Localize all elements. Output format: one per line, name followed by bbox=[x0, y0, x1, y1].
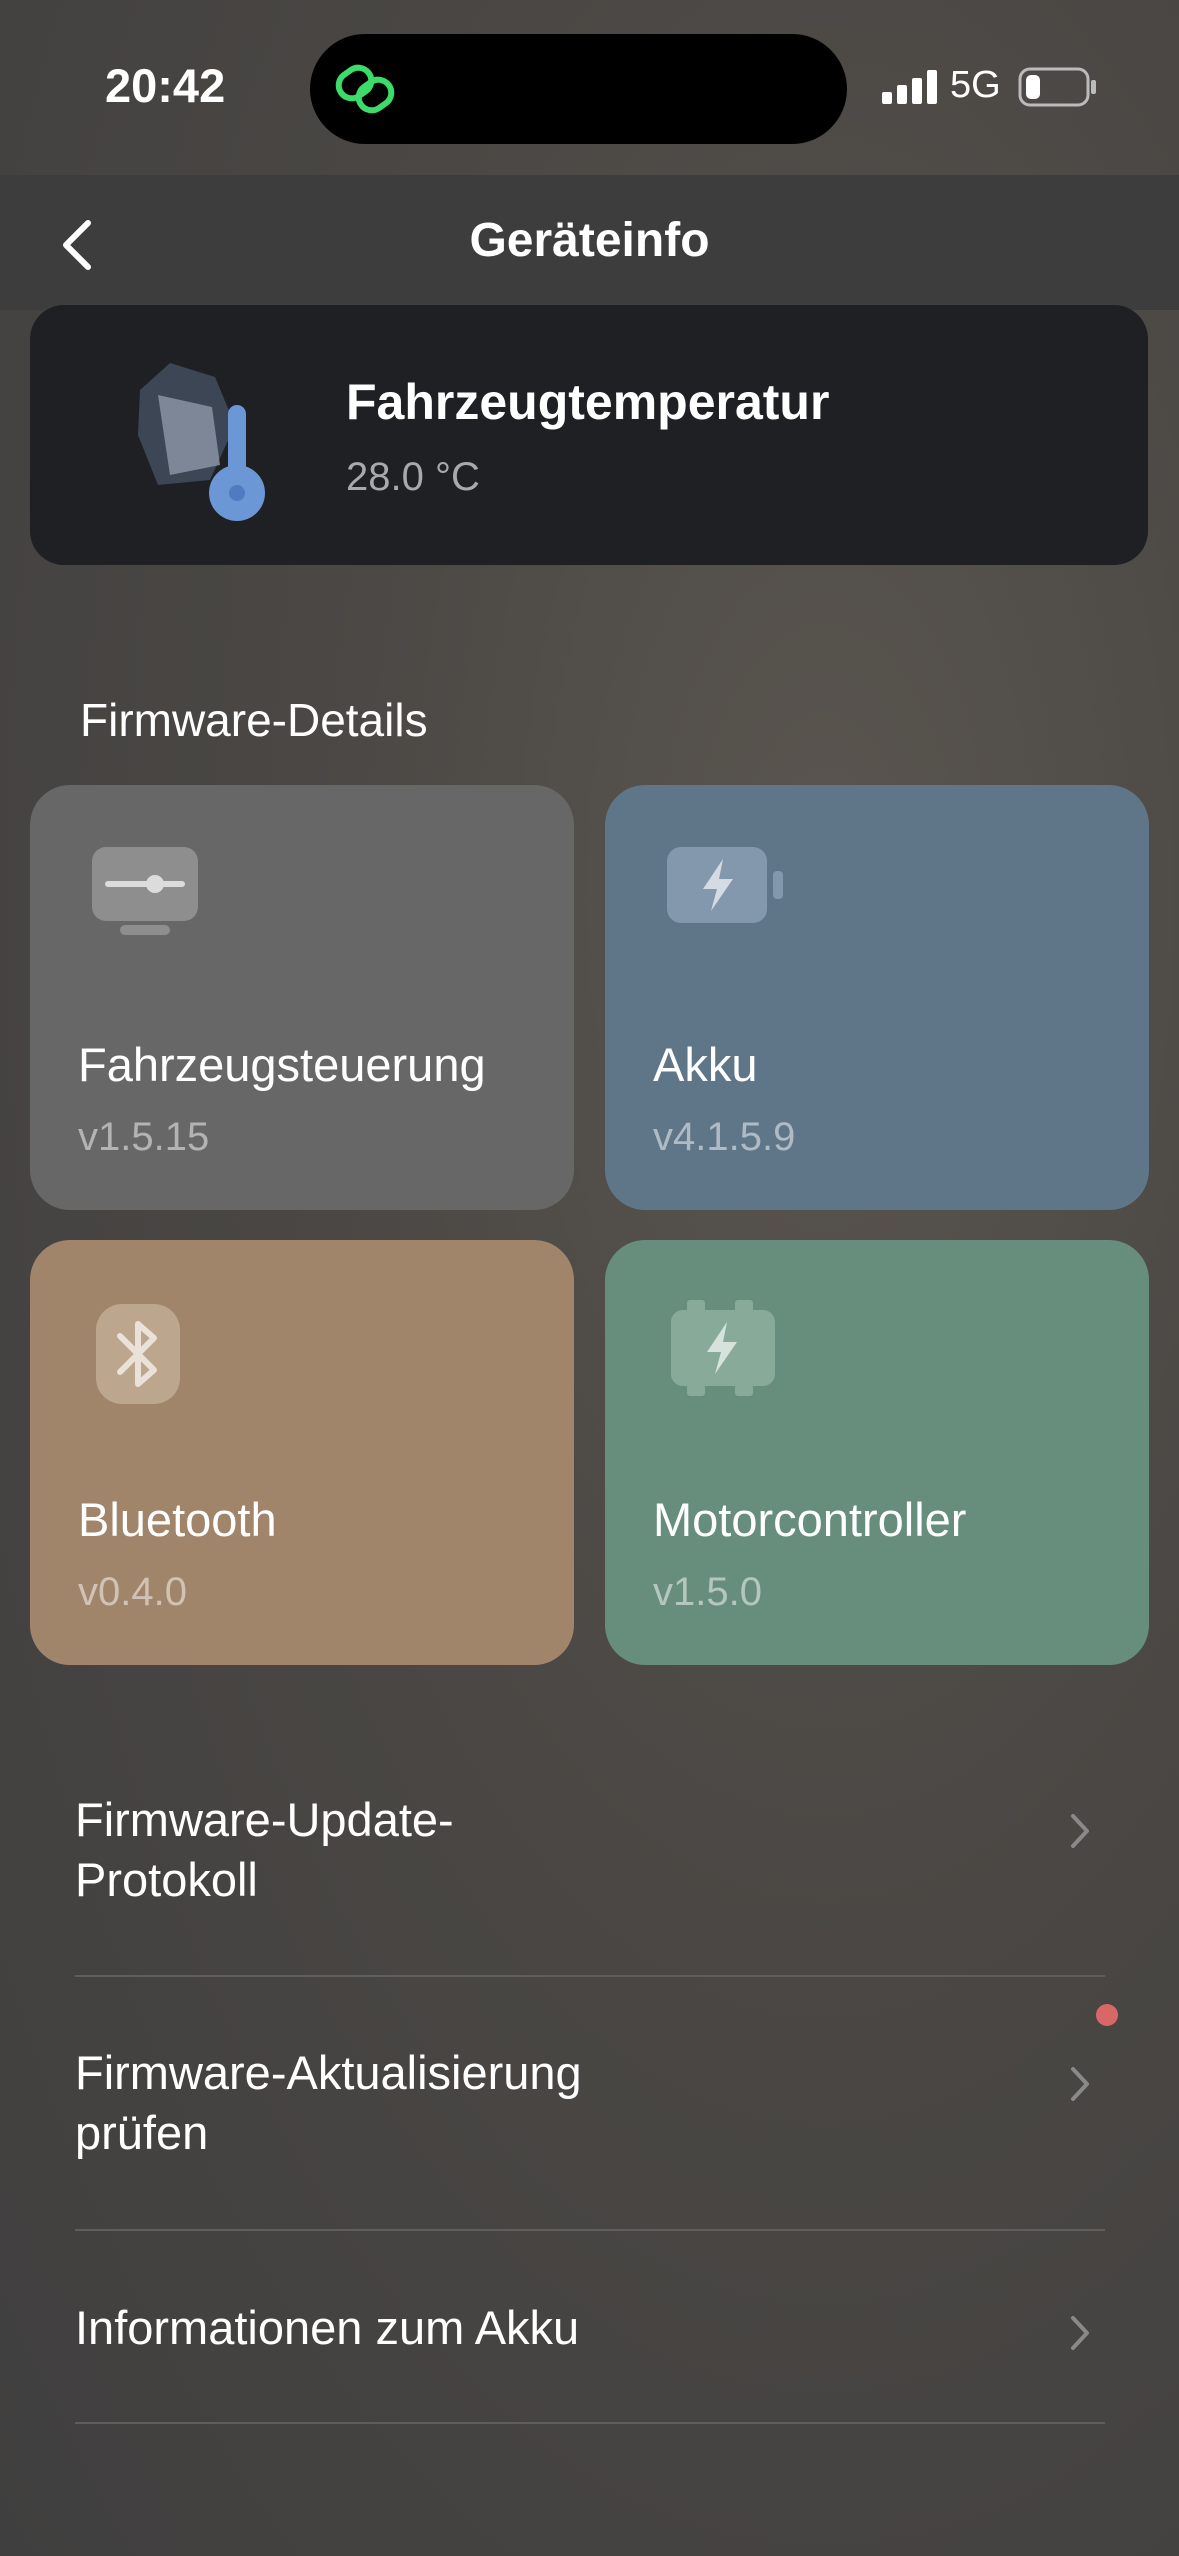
menu-item-label-line2: prüfen bbox=[75, 2106, 209, 2159]
tile-version: v1.5.15 bbox=[78, 1115, 210, 1159]
network-label: 5G bbox=[950, 64, 1001, 106]
bluetooth-icon bbox=[96, 1304, 180, 1404]
navigation-bar: Geräteinfo bbox=[0, 175, 1179, 310]
firmware-section-title: Firmware-Details bbox=[80, 694, 428, 746]
tile-name: Bluetooth bbox=[78, 1493, 277, 1546]
battery-icon bbox=[667, 847, 783, 923]
tile-name: Akku bbox=[653, 1038, 758, 1091]
menu-item-label-line1: Firmware-Update- bbox=[75, 1793, 454, 1846]
firmware-tile-motor-controller[interactable]: Motorcontroller v1.5.0 bbox=[605, 1240, 1149, 1665]
menu-item-label: Informationen zum Akku bbox=[75, 2301, 580, 2354]
firmware-tile-bluetooth[interactable]: Bluetooth v0.4.0 bbox=[30, 1240, 574, 1665]
dynamic-island bbox=[310, 34, 847, 144]
signal-icon bbox=[882, 70, 937, 104]
tile-name: Motorcontroller bbox=[653, 1493, 967, 1546]
motor-icon bbox=[671, 1300, 775, 1396]
thermometer-icon bbox=[138, 363, 265, 521]
tile-version: v4.1.5.9 bbox=[653, 1115, 796, 1159]
chevron-right-icon bbox=[1071, 1814, 1089, 1848]
temperature-label: Fahrzeugtemperatur bbox=[346, 374, 830, 430]
tile-name: Fahrzeugsteuerung bbox=[78, 1038, 486, 1091]
vehicle-temperature-card: Fahrzeugtemperatur 28.0 °C bbox=[30, 305, 1148, 565]
firmware-tile-battery[interactable]: Akku v4.1.5.9 bbox=[605, 785, 1149, 1210]
divider bbox=[75, 2229, 1105, 2231]
tile-version: v0.4.0 bbox=[78, 1570, 187, 1614]
menu-item-battery-info[interactable]: Informationen zum Akku bbox=[75, 2298, 1105, 2368]
chevron-right-icon bbox=[1071, 2067, 1089, 2101]
divider bbox=[75, 2422, 1105, 2424]
menu-item-label-line2: Protokoll bbox=[75, 1853, 258, 1906]
update-badge bbox=[1096, 2004, 1118, 2026]
page-title: Geräteinfo bbox=[469, 214, 710, 267]
menu-item-update-log[interactable]: Firmware-Update- Protokoll bbox=[75, 1790, 1105, 1920]
link-icon bbox=[335, 64, 395, 114]
menu-item-check-update[interactable]: Firmware-Aktualisierung prüfen bbox=[75, 2043, 1105, 2173]
status-time: 20:42 bbox=[105, 59, 226, 112]
battery-status-icon bbox=[1018, 67, 1096, 107]
divider bbox=[75, 1975, 1105, 1977]
firmware-tile-vehicle-control[interactable]: Fahrzeugsteuerung v1.5.15 bbox=[30, 785, 574, 1210]
temperature-value: 28.0 °C bbox=[346, 455, 480, 499]
controller-icon bbox=[92, 847, 198, 935]
menu-item-label-line1: Firmware-Aktualisierung bbox=[75, 2046, 582, 2099]
status-bar: 20:42 5G bbox=[0, 0, 1179, 175]
chevron-right-icon bbox=[1071, 2316, 1089, 2350]
tile-version: v1.5.0 bbox=[653, 1570, 762, 1614]
